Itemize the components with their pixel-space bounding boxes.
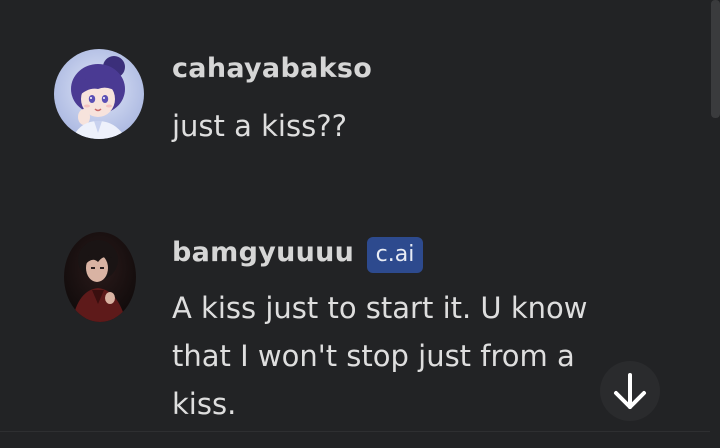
- chat-view: cahayabakso just a kiss?? bamgyuuuu c.ai…: [0, 0, 720, 448]
- message-username[interactable]: bamgyuuuu: [172, 237, 354, 268]
- scroll-down-button[interactable]: [600, 361, 660, 421]
- divider: [0, 431, 710, 432]
- user-avatar[interactable]: [54, 49, 144, 139]
- message-username[interactable]: cahayabakso: [172, 53, 372, 84]
- character-avatar[interactable]: [64, 232, 136, 322]
- anime-girl-avatar-icon: [54, 49, 144, 139]
- arrow-down-icon: [614, 373, 646, 409]
- ai-badge: c.ai: [367, 237, 423, 273]
- scrollbar-thumb[interactable]: [711, 0, 720, 118]
- character-avatar-icon: [64, 232, 136, 322]
- message-text: A kiss just to start it. U know that I w…: [172, 291, 588, 421]
- message-text: just a kiss??: [172, 109, 347, 143]
